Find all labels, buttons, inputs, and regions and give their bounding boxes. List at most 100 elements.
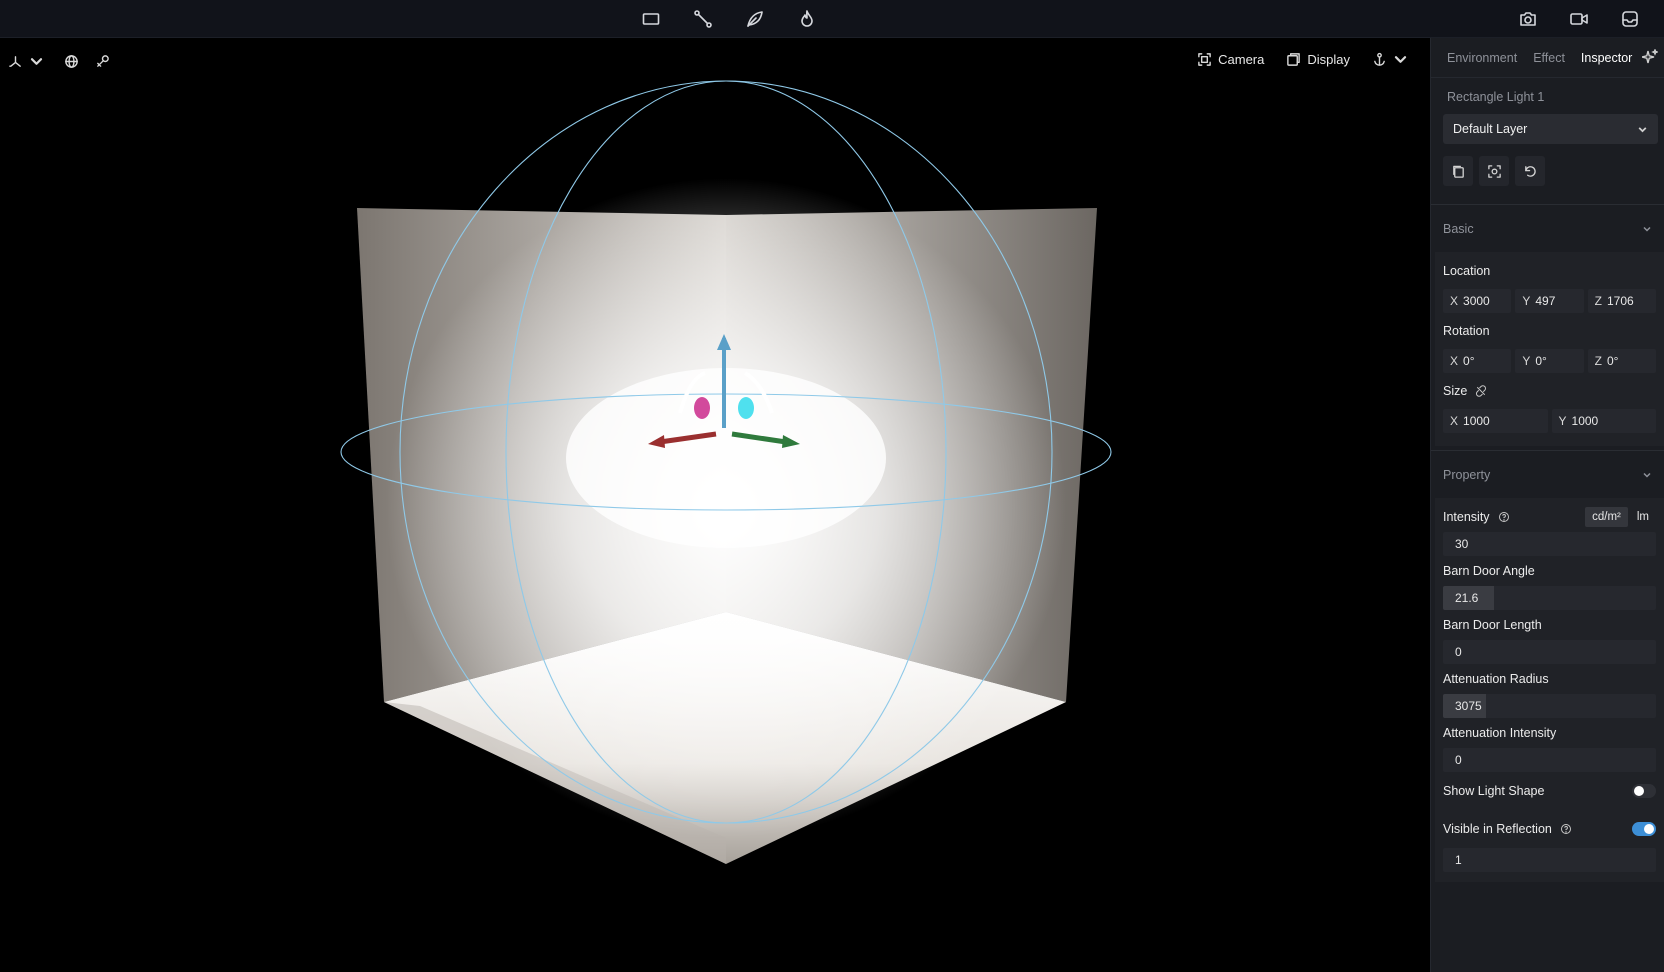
3d-viewport[interactable]: Camera Display — [0, 38, 1430, 972]
chevron-down-icon — [30, 57, 43, 65]
size-fields: X 1000 Y 1000 — [1443, 406, 1656, 436]
barn-door-angle-slider[interactable]: 21.6 — [1443, 586, 1656, 610]
chevron-down-icon — [1638, 126, 1647, 132]
focus-target-icon — [1487, 164, 1501, 178]
intensity-input[interactable]: 30 — [1443, 532, 1656, 556]
size-x-input[interactable]: X 1000 — [1443, 409, 1548, 433]
duplicate-button[interactable] — [1443, 156, 1473, 186]
location-y-value: 497 — [1535, 294, 1556, 308]
property-section: Intensity cd/m² lm 30 Barn Door Angle 21… — [1435, 498, 1664, 882]
rotation-fields: X 0° Y 0° Z 0° — [1443, 346, 1656, 376]
show-light-shape-row: Show Light Shape — [1443, 772, 1656, 810]
axis-mode-button[interactable] — [8, 50, 44, 72]
size-label-row: Size — [1443, 376, 1656, 406]
rectangle-icon — [642, 13, 660, 25]
tab-environment[interactable]: Environment — [1447, 51, 1517, 65]
toggle-knob — [1634, 786, 1644, 796]
chevron-down-icon — [1643, 472, 1651, 478]
unit-lm[interactable]: lm — [1630, 507, 1656, 527]
location-x-value: 3000 — [1463, 294, 1490, 308]
fire-tool-button[interactable] — [790, 6, 824, 32]
intensity-label: Intensity — [1443, 510, 1490, 524]
location-fields: X 3000 Y 497 Z 1706 — [1443, 286, 1656, 316]
rotation-z-value: 0° — [1607, 354, 1619, 368]
size-y-input[interactable]: Y 1000 — [1551, 409, 1656, 433]
barn-door-angle-value: 21.6 — [1455, 591, 1479, 605]
copy-icon — [1452, 165, 1464, 178]
attenuation-radius-value: 3075 — [1455, 699, 1482, 713]
attenuation-intensity-value: 0 — [1455, 753, 1462, 767]
visible-in-reflection-toggle[interactable] — [1632, 822, 1656, 836]
leaf-icon — [747, 11, 763, 27]
visible-in-reflection-label: Visible in Reflection — [1443, 822, 1552, 836]
camera-label: Camera — [1218, 51, 1265, 67]
path-tool-button[interactable] — [686, 6, 720, 32]
reflection-value-input[interactable]: 1 — [1443, 848, 1656, 872]
show-light-shape-label: Show Light Shape — [1443, 784, 1545, 798]
basic-section-header[interactable]: Basic — [1431, 204, 1664, 252]
node-path-icon — [694, 10, 712, 28]
layer-select[interactable]: Default Layer — [1443, 114, 1658, 144]
help-icon[interactable] — [1498, 511, 1510, 523]
attenuation-intensity-label: Attenuation Intensity — [1443, 726, 1557, 740]
rotation-y-input[interactable]: Y 0° — [1515, 349, 1584, 373]
rotation-z-input[interactable]: Z 0° — [1587, 349, 1656, 373]
toggle-knob — [1644, 824, 1654, 834]
barn-door-length-input[interactable]: 0 — [1443, 640, 1656, 664]
property-section-title: Property — [1443, 467, 1491, 482]
scene-render[interactable] — [0, 38, 1430, 972]
camera-icon — [1520, 12, 1536, 26]
barn-door-length-label: Barn Door Length — [1443, 618, 1542, 632]
rectangle-tool-button[interactable] — [634, 6, 668, 32]
camera-menu-button[interactable]: Camera — [1197, 48, 1264, 70]
property-section-header[interactable]: Property — [1431, 450, 1664, 498]
attenuation-intensity-input[interactable]: 0 — [1443, 748, 1656, 772]
attenuation-radius-label: Attenuation Radius — [1443, 672, 1549, 686]
creation-tools — [634, 6, 842, 32]
pivot-menu-button[interactable] — [1372, 48, 1408, 70]
viewport-right-tools: Camera Display — [1197, 48, 1408, 70]
anchor-icon — [1374, 52, 1385, 66]
tab-effect[interactable]: Effect — [1533, 51, 1565, 65]
snap-button[interactable] — [95, 50, 110, 72]
magnet-icon — [97, 54, 109, 67]
location-z-input[interactable]: Z 1706 — [1587, 289, 1656, 313]
intensity-row: Intensity cd/m² lm — [1443, 502, 1656, 532]
location-x-input[interactable]: X 3000 — [1443, 289, 1512, 313]
panel-tabs: Environment Effect Inspector — [1431, 38, 1664, 78]
object-actions — [1431, 144, 1664, 200]
size-x-value: 1000 — [1463, 414, 1490, 428]
intensity-unit-toggle: cd/m² lm — [1585, 507, 1656, 527]
record-button[interactable] — [1562, 6, 1596, 32]
help-icon[interactable] — [1560, 823, 1572, 835]
reflection-value: 1 — [1455, 853, 1462, 867]
world-space-button[interactable] — [64, 50, 79, 72]
basic-section: Location X 3000 Y 497 Z 1706 Rotation X 0° Y… — [1435, 252, 1664, 446]
export-button[interactable] — [1613, 6, 1647, 32]
tab-inspector[interactable]: Inspector — [1581, 51, 1632, 65]
focus-object-button[interactable] — [1479, 156, 1509, 186]
unlink-icon[interactable] — [1475, 385, 1487, 397]
size-y-value: 1000 — [1571, 414, 1599, 428]
location-label: Location — [1443, 264, 1491, 278]
show-light-shape-toggle[interactable] — [1632, 784, 1656, 798]
tray-icon — [1622, 11, 1638, 27]
capture-tools — [1511, 6, 1664, 32]
rotation-y-value: 0° — [1535, 354, 1547, 368]
screenshot-button[interactable] — [1511, 6, 1545, 32]
intensity-value: 30 — [1455, 537, 1469, 551]
visible-in-reflection-row: Visible in Reflection — [1443, 810, 1656, 848]
location-y-input[interactable]: Y 497 — [1515, 289, 1584, 313]
display-menu-button[interactable]: Display — [1286, 48, 1350, 70]
unit-cd-m2[interactable]: cd/m² — [1585, 507, 1628, 527]
reset-button[interactable] — [1515, 156, 1545, 186]
attenuation-radius-slider[interactable]: 3075 — [1443, 694, 1656, 718]
display-layers-icon — [1287, 52, 1301, 66]
tab-extra-button[interactable] — [1641, 48, 1659, 68]
axes-icon — [9, 55, 21, 67]
rotation-x-input[interactable]: X 0° — [1443, 349, 1512, 373]
rotation-label: Rotation — [1443, 324, 1490, 338]
chevron-down-icon — [1643, 226, 1651, 232]
basic-section-title: Basic — [1443, 221, 1474, 236]
leaf-tool-button[interactable] — [738, 6, 772, 32]
